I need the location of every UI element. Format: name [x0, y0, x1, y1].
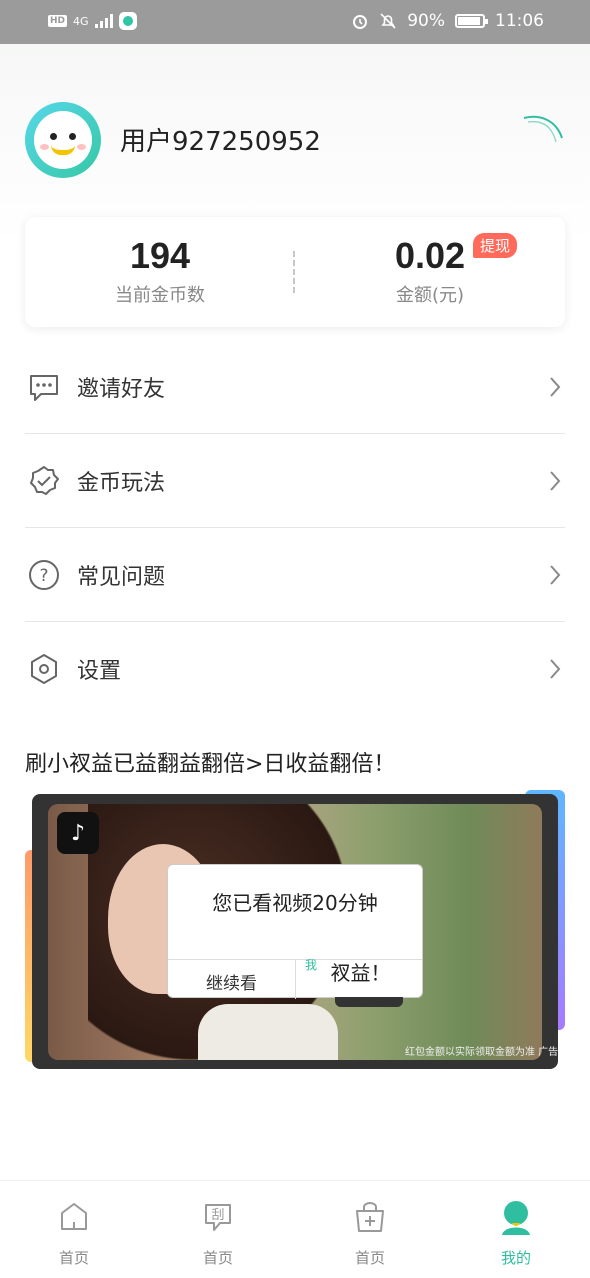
menu-item-label: 常见问题	[77, 564, 166, 590]
hd-indicator: HD	[48, 15, 68, 27]
alarm-icon	[353, 15, 368, 29]
settings-hexagon-icon	[27, 652, 61, 686]
bottom-nav: 首页 刮 首页 首页 我的	[0, 1180, 590, 1278]
username: 用户927250952	[120, 127, 321, 157]
chevron-right-icon	[545, 376, 565, 397]
svg-text:刮: 刮	[211, 1208, 224, 1223]
decorative-swoosh-icon	[523, 115, 563, 143]
withdraw-button[interactable]: 提现	[473, 233, 518, 258]
svg-text:?: ?	[39, 566, 48, 586]
tab-profile[interactable]: 我的	[471, 1197, 561, 1268]
mute-bell-icon	[380, 13, 396, 29]
signal-icon	[94, 14, 113, 28]
dialog-reward-text[interactable]: 衩益！	[297, 957, 424, 986]
amount-label: 金额(元)	[395, 285, 465, 306]
promo-title: 刷小衩益已益翻益翻倍>日收益翻倍！	[25, 752, 396, 777]
app-notification-icon	[118, 12, 137, 30]
menu-item-label: 金币玩法	[77, 470, 166, 496]
clock: 11:06	[495, 11, 544, 31]
menu-item-settings[interactable]: 设置	[25, 622, 565, 716]
status-right: 90% 11:06	[351, 11, 544, 31]
tab-label: 首页	[354, 1249, 385, 1267]
settings-menu: 邀请好友 金币玩法 ? 常见问题 设置	[25, 340, 565, 716]
chevron-right-icon	[545, 564, 565, 585]
menu-item-label: 设置	[77, 659, 122, 684]
watch-time-dialog: 您已看视频20分钟 继续看 我 衩益！	[167, 864, 424, 1007]
badge-check-icon	[27, 464, 61, 498]
question-icon: ?	[27, 558, 61, 592]
chevron-right-icon	[545, 659, 565, 679]
coins-value: 194	[129, 235, 191, 276]
avatar[interactable]	[25, 102, 101, 178]
amount-stat[interactable]: 0.02 金额(元)	[295, 235, 565, 307]
avatar-face-icon	[34, 111, 92, 169]
coins-label: 当前金币数	[115, 285, 205, 306]
ad-caption: 红包金额以实际领取金额为准 广告	[405, 1047, 559, 1058]
status-bar: HD 4G 90% 11:06	[0, 0, 590, 44]
menu-item-invite-friends[interactable]: 邀请好友	[25, 340, 565, 434]
add-box-icon	[356, 1202, 384, 1232]
network-type: 4G	[73, 14, 89, 28]
dialog-button-divider	[295, 959, 296, 999]
status-left: HD 4G	[48, 12, 137, 30]
amount-value: 0.02	[394, 235, 466, 276]
chevron-right-icon	[545, 470, 565, 491]
menu-item-label: 邀请好友	[77, 376, 166, 402]
menu-item-coin-rules[interactable]: 金币玩法	[25, 434, 565, 528]
tab-label: 首页	[58, 1249, 89, 1267]
message-icon	[27, 370, 61, 404]
tab-add[interactable]: 首页	[325, 1197, 415, 1268]
tab-label: 我的	[500, 1249, 531, 1267]
dialog-pill	[335, 997, 403, 1007]
tab-home[interactable]: 首页	[29, 1197, 119, 1268]
tiktok-logo-icon: ♪	[57, 812, 99, 854]
tab-scratch[interactable]: 刮 首页	[173, 1197, 263, 1268]
battery-percent: 90%	[407, 11, 445, 31]
home-icon	[61, 1203, 87, 1230]
menu-item-faq[interactable]: ? 常见问题	[25, 528, 565, 622]
dialog-message: 您已看视频20分钟	[212, 891, 378, 915]
tab-label: 首页	[202, 1249, 233, 1267]
scratch-icon: 刮	[205, 1204, 231, 1231]
profile-icon	[502, 1201, 530, 1235]
battery-icon	[455, 14, 488, 28]
continue-watching-button[interactable]: 继续看	[168, 969, 295, 994]
coins-stat[interactable]: 194 当前金币数	[25, 235, 295, 307]
stats-card: 194 当前金币数 0.02 金额(元) 提现	[25, 217, 565, 327]
